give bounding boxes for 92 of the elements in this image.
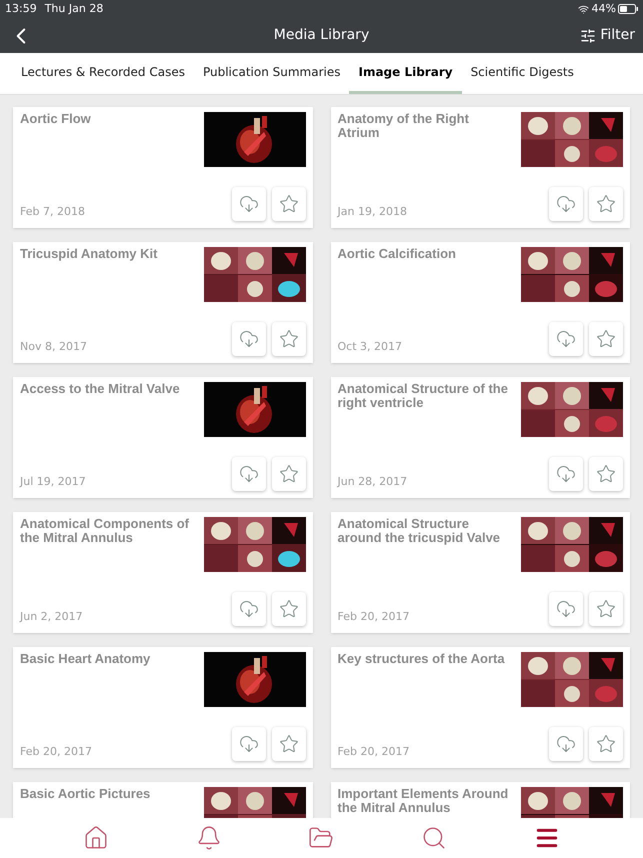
card-date: Jun 28, 2017	[338, 474, 408, 490]
card-title: Key structures of the Aorta	[338, 652, 506, 668]
favorite-button[interactable]	[272, 592, 306, 626]
star-icon	[278, 599, 298, 619]
page-title: Media Library	[274, 26, 370, 45]
media-card[interactable]: Aortic Calcification Oct 3, 2017	[330, 242, 630, 363]
card-title: Anatomy of the Right Atrium	[338, 112, 470, 142]
search-tab[interactable]	[421, 825, 448, 851]
download-button[interactable]	[232, 727, 266, 761]
tab[interactable]: Lectures & Recorded Cases	[12, 52, 194, 94]
star-icon	[596, 599, 616, 619]
download-button[interactable]	[549, 457, 583, 491]
download-button[interactable]	[549, 322, 583, 356]
cloud-download-icon	[238, 464, 258, 484]
download-button[interactable]	[232, 592, 266, 626]
favorite-button[interactable]	[589, 187, 623, 221]
cloud-download-icon	[556, 194, 576, 214]
battery-icon	[618, 4, 638, 14]
card-title: Aortic Flow	[20, 112, 92, 128]
media-card[interactable]: Tricuspid Anatomy Kit Nov 8, 2017	[13, 242, 312, 363]
media-card[interactable]: Key structures of the Aorta Feb 20, 2017	[330, 647, 630, 768]
favorite-button[interactable]	[272, 187, 306, 221]
card-date: Feb 7, 2018	[20, 204, 85, 220]
media-card[interactable]: Basic Aortic Pictures	[13, 782, 312, 818]
card-title: Anatomical Structure around the tricuspid Valve	[338, 517, 502, 547]
download-button[interactable]	[232, 187, 266, 221]
card-title: Aortic Calcification	[338, 247, 457, 263]
favorite-button[interactable]	[272, 457, 306, 491]
media-card[interactable]: Basic Heart Anatomy Feb 20, 2017	[13, 647, 312, 768]
favorite-button[interactable]	[589, 457, 623, 491]
star-icon	[278, 194, 298, 214]
card-title: Access to the Mitral Valve	[20, 382, 181, 398]
cloud-download-icon	[556, 464, 576, 484]
download-button[interactable]	[549, 727, 583, 761]
download-button[interactable]	[549, 187, 583, 221]
status-time: 13:59	[5, 0, 37, 17]
media-card[interactable]: Anatomical Components of the Mitral Annulus Jun 2, 2017	[13, 512, 312, 633]
cloud-download-icon	[238, 329, 258, 349]
download-button[interactable]	[232, 457, 266, 491]
star-icon	[596, 464, 616, 484]
favorite-button[interactable]	[589, 727, 623, 761]
favorite-button[interactable]	[272, 727, 306, 761]
card-date: Nov 8, 2017	[20, 338, 87, 354]
card-title: Anatomical Structure of the right ventricle	[338, 382, 509, 412]
card-date: Feb 20, 2017	[338, 744, 410, 760]
download-button[interactable]	[549, 592, 583, 626]
tab[interactable]: Image Library	[349, 52, 462, 94]
star-icon	[596, 329, 616, 349]
home-icon	[83, 825, 110, 851]
status-date: Thu Jan 28	[44, 0, 104, 17]
card-title: Basic Heart Anatomy	[20, 652, 152, 668]
tab[interactable]: Scientific Digests	[462, 52, 583, 94]
card-date: Feb 20, 2017	[338, 608, 410, 624]
card-date: Jun 2, 2017	[20, 608, 83, 624]
bell-icon	[196, 825, 222, 851]
filter-button[interactable]: Filter	[580, 25, 635, 46]
star-icon	[278, 734, 298, 754]
media-card[interactable]: Aortic Flow Feb 7, 2018	[13, 107, 312, 228]
wifi-icon	[578, 4, 589, 14]
battery-level: 44%	[592, 0, 616, 17]
cloud-download-icon	[556, 329, 576, 349]
media-card[interactable]: Important Elements Around the Mitral Annulus	[330, 782, 630, 818]
card-title: Basic Aortic Pictures	[20, 787, 152, 803]
media-card[interactable]: Anatomical Structure of the right ventricle Jun 28, 2017	[330, 377, 630, 498]
favorite-button[interactable]	[589, 322, 623, 356]
star-icon	[596, 194, 616, 214]
star-icon	[278, 464, 298, 484]
home-tab[interactable]	[83, 825, 110, 851]
media-card[interactable]: Anatomical Structure around the tricuspid Valve Feb 20, 2017	[330, 512, 630, 633]
media-card[interactable]: Anatomy of the Right Atrium Jan 19, 2018	[330, 107, 630, 228]
star-icon	[278, 329, 298, 349]
favorite-button[interactable]	[589, 592, 623, 626]
favorite-button[interactable]	[272, 322, 306, 356]
card-date: Jan 19, 2018	[338, 204, 407, 220]
cloud-download-icon	[556, 734, 576, 754]
cloud-download-icon	[238, 194, 258, 214]
star-icon	[596, 734, 616, 754]
cloud-download-icon	[238, 599, 258, 619]
tab[interactable]: Publication Summaries	[194, 52, 350, 94]
card-date: Oct 3, 2017	[338, 338, 402, 354]
card-title: Important Elements Around the Mitral Annulus	[338, 787, 510, 817]
media-card[interactable]: Access to the Mitral Valve Jul 19, 2017	[13, 377, 312, 498]
card-date: Jul 19, 2017	[20, 474, 86, 490]
download-button[interactable]	[232, 322, 266, 356]
card-date: Feb 20, 2017	[20, 744, 92, 760]
cloud-download-icon	[238, 734, 258, 754]
sliders-icon	[580, 28, 596, 44]
card-title: Tricuspid Anatomy Kit	[20, 247, 158, 263]
cloud-download-icon	[556, 599, 576, 619]
bell-tab[interactable]	[196, 825, 222, 851]
search-icon	[421, 825, 448, 851]
card-title: Anatomical Components of the Mitral Annulus	[20, 517, 190, 547]
